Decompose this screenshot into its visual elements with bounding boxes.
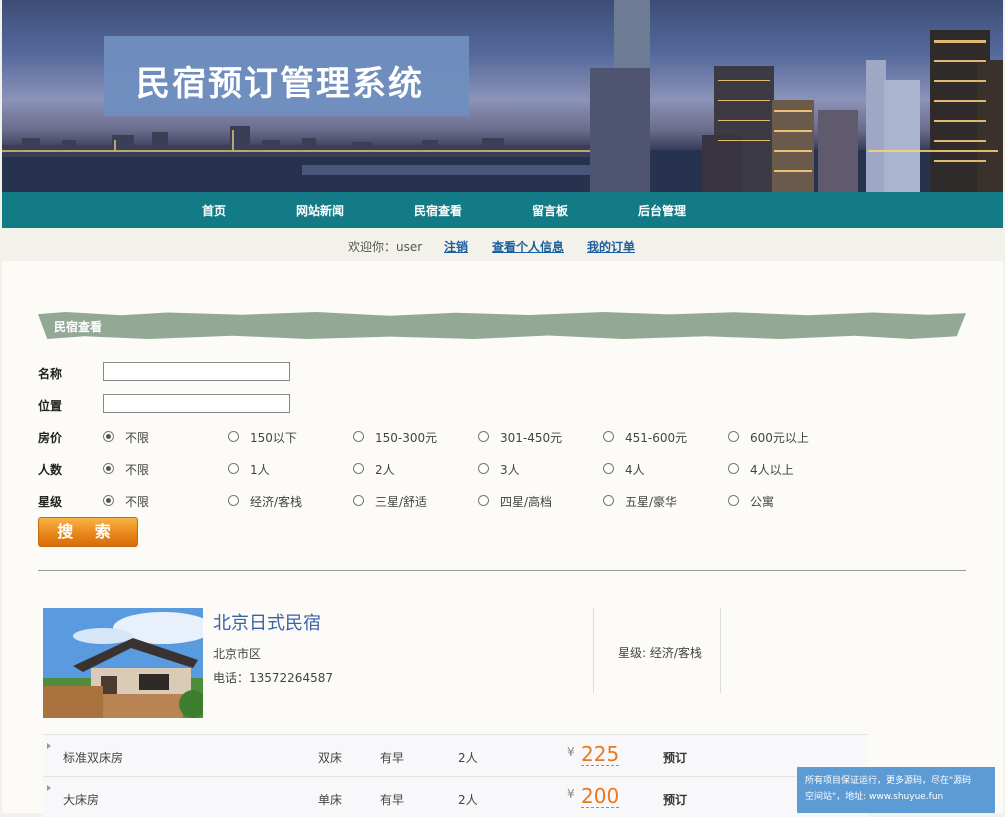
stars-option-label: 不限: [125, 495, 150, 509]
price-option-label: 451-600元: [625, 431, 688, 445]
search-button[interactable]: 搜 索: [38, 517, 138, 547]
radio-button[interactable]: [103, 463, 114, 474]
people-option-label: 4人: [625, 463, 645, 477]
column-divider: [593, 608, 594, 693]
people-option-label: 不限: [125, 463, 150, 477]
room-capacity: 2人: [458, 751, 478, 765]
watermark-line-1: 所有项目保证运行，更多源码，尽在"源码: [805, 776, 972, 786]
column-divider: [720, 608, 721, 693]
room-bed: 单床: [318, 793, 343, 807]
watermark-line-2: 空间站"，地址: www.shuyue.fun: [805, 792, 944, 802]
nav-admin[interactable]: 后台管理: [638, 202, 686, 219]
radio-button[interactable]: [478, 495, 489, 506]
radio-button[interactable]: [353, 495, 364, 506]
radio-button[interactable]: [228, 463, 239, 474]
location-input[interactable]: [103, 394, 290, 413]
location-label: 位置: [38, 399, 63, 413]
radio-button[interactable]: [728, 463, 739, 474]
welcome-bar: 欢迎你：user 注销 查看个人信息 我的订单: [2, 228, 1003, 261]
room-name: 大床房: [63, 793, 100, 807]
radio-button[interactable]: [728, 495, 739, 506]
price-option-label: 600元以上: [750, 431, 809, 445]
section-title: 民宿查看: [54, 320, 103, 334]
stars-option-label: 三星/舒适: [375, 495, 428, 509]
radio-button[interactable]: [228, 431, 239, 442]
logout-link[interactable]: 注销: [444, 238, 468, 255]
name-label: 名称: [38, 367, 63, 381]
radio-button[interactable]: [603, 495, 614, 506]
book-button[interactable]: 预订: [663, 791, 687, 808]
stars-option-label: 四星/高档: [500, 495, 553, 509]
price-option-label: 301-450元: [500, 431, 563, 445]
name-input[interactable]: [103, 362, 290, 381]
radio-button[interactable]: [353, 431, 364, 442]
radio-button[interactable]: [478, 431, 489, 442]
expand-arrow-icon[interactable]: [47, 785, 51, 791]
room-breakfast: 有早: [380, 751, 405, 765]
stars-option-label: 五星/豪华: [625, 495, 678, 509]
homestay-star-rating: 星级: 经济/客栈: [618, 646, 702, 660]
room-capacity: 2人: [458, 793, 478, 807]
radio-button[interactable]: [728, 431, 739, 442]
people-option-label: 3人: [500, 463, 520, 477]
nav-news[interactable]: 网站新闻: [296, 202, 344, 219]
watermark-notice: 所有项目保证运行，更多源码，尽在"源码 空间站"，地址: www.shuyue.…: [797, 767, 995, 813]
price-option-label: 150以下: [250, 431, 297, 445]
nav-message-board[interactable]: 留言板: [532, 202, 568, 219]
room-price: 200: [581, 784, 620, 808]
radio-button[interactable]: [228, 495, 239, 506]
welcome-text: 欢迎你：user: [348, 240, 423, 254]
homestay-photo[interactable]: [43, 608, 203, 718]
site-title: 民宿预订管理系统: [136, 64, 424, 104]
stars-option-label: 公寓: [750, 495, 775, 509]
radio-button[interactable]: [353, 463, 364, 474]
homestay-location: 北京市区: [213, 647, 262, 661]
radio-button[interactable]: [603, 431, 614, 442]
radio-button[interactable]: [103, 495, 114, 506]
currency-symbol: ¥: [567, 745, 575, 759]
currency-symbol: ¥: [567, 787, 575, 801]
room-breakfast: 有早: [380, 793, 405, 807]
main-panel: [2, 261, 1003, 813]
room-bed: 双床: [318, 751, 343, 765]
my-orders-link[interactable]: 我的订单: [587, 238, 635, 255]
section-header-bar: [38, 312, 966, 339]
people-option-label: 1人: [250, 463, 270, 477]
star-radio-group: 不限 经济/客栈 三星/舒适 四星/高档 五星/豪华 公寓: [0, 493, 1005, 511]
price-option-label: 150-300元: [375, 431, 438, 445]
people-option-label: 4人以上: [750, 463, 794, 477]
divider: [38, 570, 966, 571]
radio-button[interactable]: [478, 463, 489, 474]
nav-home[interactable]: 首页: [202, 202, 226, 219]
room-price: 225: [581, 742, 620, 766]
people-radio-group: 不限 1人 2人 3人 4人 4人以上: [0, 461, 1005, 479]
nav-homestay[interactable]: 民宿查看: [414, 202, 462, 219]
room-row: 标准双床房 双床 有早 2人 ¥ 225 预订: [43, 734, 868, 775]
price-radio-group: 不限 150以下 150-300元 301-450元 451-600元 600元以上: [0, 429, 1005, 447]
people-option-label: 2人: [375, 463, 395, 477]
price-option-label: 不限: [125, 431, 150, 445]
room-name: 标准双床房: [63, 751, 124, 765]
main-nav: 首页 网站新闻 民宿查看 留言板 后台管理: [2, 192, 1003, 228]
expand-arrow-icon[interactable]: [47, 743, 51, 749]
radio-button[interactable]: [603, 463, 614, 474]
room-row: 大床房 单床 有早 2人 ¥ 200 预订: [43, 776, 868, 817]
radio-button[interactable]: [103, 431, 114, 442]
stars-option-label: 经济/客栈: [250, 495, 303, 509]
book-button[interactable]: 预订: [663, 749, 687, 766]
profile-link[interactable]: 查看个人信息: [492, 238, 564, 255]
homestay-name-link[interactable]: 北京日式民宿: [213, 609, 321, 635]
homestay-phone: 电话：13572264587: [213, 671, 333, 685]
